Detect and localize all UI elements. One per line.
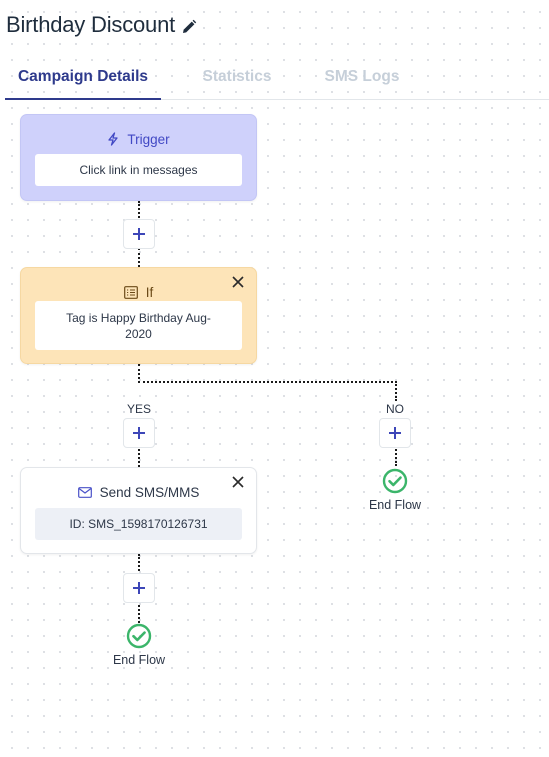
branch-label-no: NO [386,402,404,416]
end-flow-yes: End Flow [99,623,179,667]
connector-line [395,381,397,401]
close-icon[interactable] [230,274,246,290]
connector-line [138,601,140,623]
end-flow-label: End Flow [368,498,422,512]
trigger-node-body: Click link in messages [35,154,242,186]
check-circle-icon [126,623,152,649]
connector-line [138,446,140,467]
end-flow-label: End Flow [112,653,166,667]
envelope-icon [77,486,92,498]
add-step-button-no[interactable] [379,418,411,448]
condition-node-body: Tag is Happy Birthday Aug-2020 [35,301,242,350]
connector-line [395,446,397,466]
condition-node[interactable]: If Tag is Happy Birthday Aug-2020 [20,267,257,364]
plus-icon [133,427,145,439]
list-icon [123,285,138,299]
tab-campaign-details[interactable]: Campaign Details [5,60,161,100]
tab-sms-logs[interactable]: SMS Logs [317,60,407,100]
campaign-header: Birthday Discount [6,12,197,38]
close-icon[interactable] [230,474,246,490]
connector-line [138,248,140,267]
end-flow-no: End Flow [355,468,435,512]
send-sms-node-header: Send SMS/MMS [21,482,256,502]
send-sms-node-title: Send SMS/MMS [99,484,200,500]
lightning-icon [108,132,119,146]
connector-line [138,554,140,575]
add-step-button-yes[interactable] [123,418,155,448]
branch-label-yes: YES [126,402,151,416]
condition-node-title: If [145,284,154,300]
plus-icon [389,427,401,439]
send-sms-node-body: ID: SMS_1598170126731 [35,508,242,540]
tab-statistics[interactable]: Statistics [195,60,279,100]
check-circle-icon [382,468,408,494]
tab-bar: Campaign Details Statistics SMS Logs [5,60,549,100]
trigger-node-header: Trigger [21,129,256,149]
campaign-title: Birthday Discount [6,12,176,37]
add-step-button[interactable] [123,573,155,603]
trigger-node-title: Trigger [127,131,170,147]
send-sms-node[interactable]: Send SMS/MMS ID: SMS_1598170126731 [20,467,257,554]
pencil-icon[interactable] [181,19,197,35]
condition-node-header: If [21,282,256,302]
branch-connector-line [138,381,397,383]
plus-icon [133,582,145,594]
add-step-button[interactable] [123,219,155,249]
plus-icon [133,228,145,240]
trigger-node[interactable]: Trigger Click link in messages [20,114,257,201]
